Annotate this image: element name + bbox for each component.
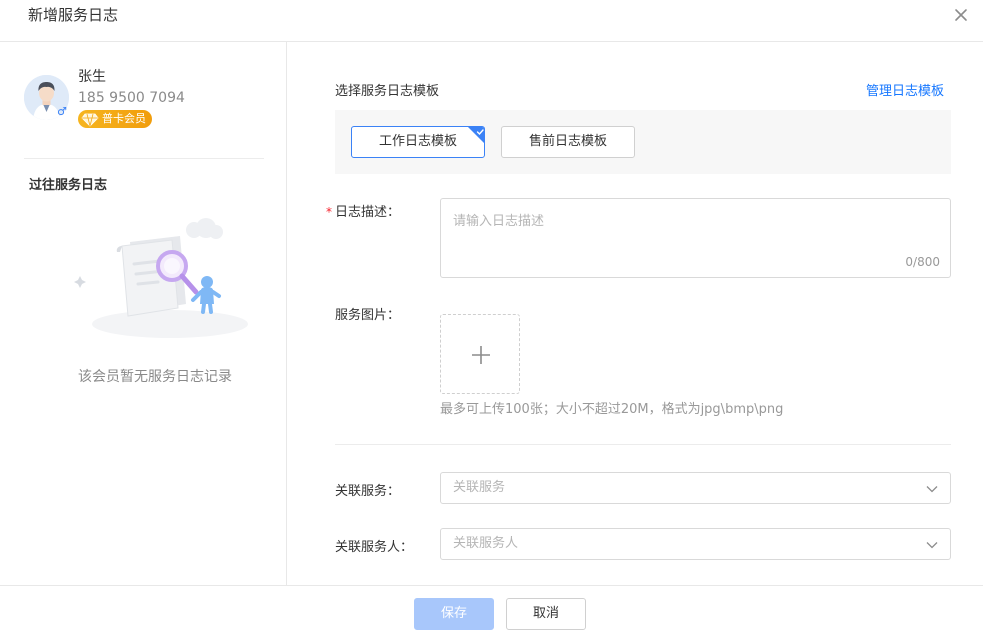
related-staff-placeholder: 关联服务人 [453, 536, 519, 551]
template-label: 选择服务日志模板 [335, 84, 440, 99]
member-level-label: 普卡会员 [102, 112, 146, 125]
images-label: 服务图片： [335, 308, 401, 323]
save-button[interactable]: 保存 [414, 598, 494, 630]
close-icon[interactable] [950, 4, 972, 26]
divider [335, 444, 951, 445]
upload-hint: 最多可上传100张；大小不超过20M，格式为jpg\bmp\png [440, 402, 784, 417]
member-level-badge: 普卡会员 [78, 110, 152, 128]
empty-records-text: 该会员暂无服务日志记录 [78, 369, 232, 385]
plus-icon [472, 346, 490, 364]
template-option-work[interactable]: 工作日志模板 [351, 126, 485, 158]
required-mark: * [326, 205, 332, 219]
diamond-icon [81, 113, 99, 127]
dialog-header: 新增服务日志 [0, 0, 983, 42]
gender-male-icon: ♂ [57, 105, 67, 118]
description-textarea[interactable]: 请输入日志描述 0/800 [440, 198, 951, 278]
character-counter: 0/800 [905, 255, 940, 269]
chevron-down-icon [926, 486, 938, 493]
template-option-presale[interactable]: 售前日志模板 [501, 126, 635, 158]
dialog-footer: 保存 取消 [0, 585, 983, 635]
cancel-button[interactable]: 取消 [506, 598, 586, 630]
manage-templates-link[interactable]: 管理日志模板 [866, 83, 944, 101]
description-placeholder: 请输入日志描述 [453, 214, 545, 229]
member-name: 张生 [78, 69, 106, 85]
divider [24, 158, 264, 159]
member-panel: ♂ 张生 185 9500 7094 普卡会员 过往服务日志 该会员暂无服务日志… [0, 42, 287, 585]
related-service-select[interactable]: 关联服务 [440, 472, 951, 504]
related-staff-select[interactable]: 关联服务人 [440, 528, 951, 560]
related-service-placeholder: 关联服务 [453, 480, 506, 495]
check-icon [468, 127, 484, 143]
related-service-label: 关联服务： [335, 484, 401, 499]
dialog-title: 新增服务日志 [28, 6, 119, 24]
template-selector: 工作日志模板 售前日志模板 [335, 110, 951, 174]
template-option-label: 售前日志模板 [528, 134, 607, 149]
empty-records-illustration [74, 218, 248, 338]
member-phone: 185 9500 7094 [78, 90, 185, 106]
description-label: * 日志描述： [326, 203, 400, 222]
related-staff-label: 关联服务人： [335, 540, 414, 555]
description-label-text: 日志描述： [335, 205, 401, 220]
template-option-label: 工作日志模板 [378, 134, 457, 149]
chevron-down-icon [926, 542, 938, 549]
history-title: 过往服务日志 [29, 178, 108, 193]
image-upload-button[interactable] [440, 314, 520, 394]
